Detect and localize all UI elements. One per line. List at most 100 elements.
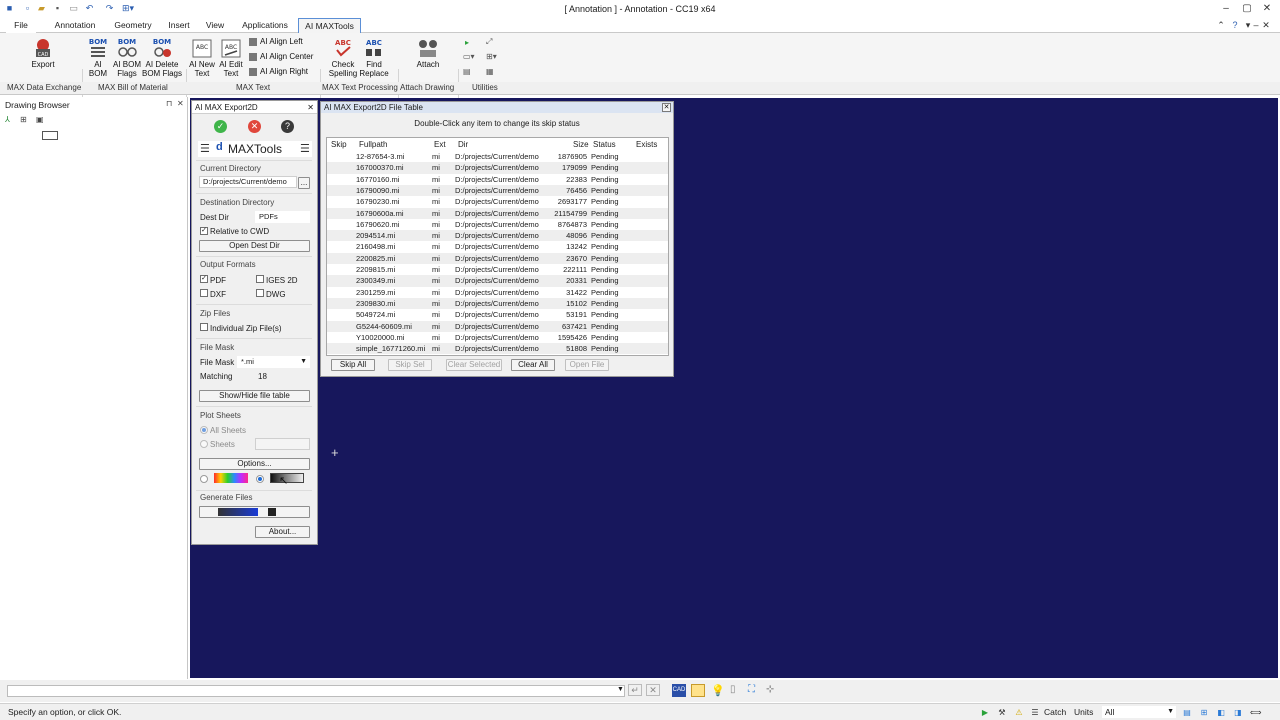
browser-view-icon[interactable]: ⊞ bbox=[20, 115, 27, 124]
generate-files-button[interactable] bbox=[199, 506, 310, 518]
grayscale-mode-radio[interactable] bbox=[256, 475, 264, 483]
open-dest-dir-button[interactable]: Open Dest Dir bbox=[199, 240, 310, 252]
drawing-node-icon[interactable] bbox=[42, 131, 58, 140]
table-row[interactable]: Y10020000.mi mi D:/projects/Current/demo 15… bbox=[327, 332, 668, 343]
table-row[interactable]: 2160498.mi mi D:/projects/Current/demo 1324… bbox=[327, 241, 668, 252]
skip-sel-button[interactable]: Skip Sel bbox=[388, 359, 432, 371]
utility-grid-icon[interactable]: ⊞▾ bbox=[486, 52, 497, 61]
table-row[interactable]: 5049724.mi mi D:/projects/Current/demo 5319… bbox=[327, 309, 668, 320]
table-row[interactable]: G5244-60609.mi mi D:/projects/Current/demo… bbox=[327, 320, 668, 332]
pan-icon[interactable]: ⟺ bbox=[1250, 708, 1261, 717]
export-button[interactable]: CAD Export bbox=[28, 37, 58, 69]
sheets-radio[interactable] bbox=[200, 440, 208, 448]
options-button[interactable]: Options... bbox=[199, 458, 310, 470]
current-directory-field[interactable]: D:/projects/Current/demo bbox=[199, 176, 297, 188]
table-row[interactable]: 16790090.mi mi D:/projects/Current/demo 764… bbox=[327, 184, 668, 197]
show-hide-file-table-button[interactable]: Show/Hide file table bbox=[199, 390, 310, 402]
check-spelling-button[interactable]: ABC Check Spelling bbox=[327, 37, 359, 78]
column-header-dir[interactable]: Dir bbox=[458, 140, 468, 149]
ai-bom-flags-button[interactable]: BOM AI BOM Flags bbox=[110, 37, 144, 78]
cancel-command-icon[interactable]: ✕ bbox=[646, 684, 660, 696]
units-select[interactable]: All ▼ bbox=[1102, 706, 1176, 718]
catch-toggle-icon[interactable]: ⚒ bbox=[997, 708, 1007, 717]
pdf-checkbox[interactable]: ✓ bbox=[200, 275, 208, 283]
ai-new-text-button[interactable]: ABC AI New Text bbox=[188, 37, 216, 78]
pin-icon[interactable]: ⊓ bbox=[166, 99, 172, 108]
dxf-checkbox[interactable] bbox=[200, 289, 208, 297]
tab-file[interactable]: File bbox=[6, 18, 36, 33]
fit-view-icon[interactable]: ⛶ bbox=[748, 684, 755, 695]
cancel-x-icon[interactable]: ✕ bbox=[248, 120, 261, 133]
browser-close-icon[interactable]: ✕ bbox=[177, 99, 184, 108]
utility-list-icon[interactable]: ▤ bbox=[463, 67, 471, 76]
table-row[interactable]: 2094514.mi mi D:/projects/Current/demo 4809… bbox=[327, 230, 668, 242]
ai-bom-button[interactable]: BOM AI BOM bbox=[84, 37, 112, 78]
table-row[interactable]: simple_16771260.mi mi D:/projects/Current/… bbox=[327, 343, 668, 355]
enter-icon[interactable]: ↵ bbox=[628, 684, 642, 696]
table-row[interactable]: 2209815.mi mi D:/projects/Current/demo 2221… bbox=[327, 264, 668, 275]
sheets-field[interactable] bbox=[255, 438, 310, 450]
catch-label[interactable]: Catch bbox=[1044, 707, 1066, 717]
column-header-ext[interactable]: Ext bbox=[434, 140, 446, 149]
view-single-icon[interactable]: ▤ bbox=[1182, 708, 1192, 717]
individual-zip-checkbox[interactable] bbox=[200, 323, 208, 331]
all-sheets-radio[interactable] bbox=[200, 426, 208, 434]
tab-geometry[interactable]: Geometry bbox=[108, 18, 158, 33]
table-row[interactable]: 16790620.mi mi D:/projects/Current/demo 876… bbox=[327, 219, 668, 230]
command-input[interactable] bbox=[7, 685, 625, 697]
toolbox-icon[interactable] bbox=[691, 684, 705, 697]
column-header-fullpath[interactable]: Fullpath bbox=[359, 140, 387, 149]
export2d-close-icon[interactable]: ✕ bbox=[307, 101, 314, 114]
tab-ai-maxtools[interactable]: AI MAXTools bbox=[298, 18, 361, 33]
cad-tool-icon[interactable]: CAD bbox=[672, 684, 686, 697]
lightbulb-icon[interactable]: 💡 bbox=[711, 684, 725, 697]
table-row[interactable]: 2301259.mi mi D:/projects/Current/demo 3142… bbox=[327, 287, 668, 298]
ribbon-collapse-icon[interactable]: ⌃ bbox=[1215, 19, 1227, 31]
table-row[interactable]: 167000370.mi mi D:/projects/Current/demo 17… bbox=[327, 162, 668, 174]
tab-annotation[interactable]: Annotation bbox=[48, 18, 102, 33]
attach-button[interactable]: Attach bbox=[412, 37, 444, 69]
help-icon[interactable]: ? bbox=[1229, 19, 1241, 31]
open-file-button[interactable]: Open File bbox=[565, 359, 609, 371]
status-menu-icon[interactable]: ☰ bbox=[1030, 708, 1040, 717]
play-icon[interactable]: ▶ bbox=[980, 708, 990, 717]
table-row[interactable]: 2309830.mi mi D:/projects/Current/demo 1510… bbox=[327, 297, 668, 310]
dwg-checkbox[interactable] bbox=[256, 289, 264, 297]
ai-align-left-button[interactable]: AI Align Left bbox=[249, 37, 303, 46]
tab-view[interactable]: View bbox=[200, 18, 230, 33]
warning-icon[interactable]: ⚠ bbox=[1014, 708, 1024, 717]
utility-run-icon[interactable]: ▸ bbox=[465, 38, 469, 47]
command-dropdown-icon[interactable]: ▼ bbox=[617, 686, 624, 693]
iges2d-checkbox[interactable] bbox=[256, 275, 264, 283]
ok-check-icon[interactable]: ✓ bbox=[214, 120, 227, 133]
column-header-status[interactable]: Status bbox=[593, 140, 616, 149]
clear-selected-button[interactable]: Clear Selected bbox=[446, 359, 502, 371]
document-icon[interactable]: ▯ bbox=[730, 684, 736, 695]
column-header-exists[interactable]: Exists bbox=[636, 140, 657, 149]
skip-all-button[interactable]: Skip All bbox=[331, 359, 375, 371]
ribbon-close-icon[interactable]: ✕ bbox=[1260, 19, 1272, 31]
color-mode-radio[interactable] bbox=[200, 475, 208, 483]
ai-align-right-button[interactable]: AI Align Right bbox=[249, 67, 308, 76]
table-row[interactable]: 2300349.mi mi D:/projects/Current/demo 2033… bbox=[327, 275, 668, 287]
minimize-icon[interactable]: – bbox=[1219, 2, 1233, 16]
ai-delete-bom-flags-button[interactable]: BOM AI Delete BOM Flags bbox=[142, 37, 182, 78]
utility-table-icon[interactable]: ▦ bbox=[486, 67, 494, 76]
file-mask-select[interactable]: *.mi ▼ bbox=[237, 356, 310, 368]
column-header-size[interactable]: Size bbox=[573, 140, 589, 149]
utility-move-icon[interactable]: ⤢ bbox=[486, 37, 492, 47]
column-header-skip[interactable]: Skip bbox=[331, 140, 347, 149]
table-row[interactable]: 12-87654-3.mi mi D:/projects/Current/demo 1… bbox=[327, 151, 668, 162]
table-row[interactable]: 16790600a.mi mi D:/projects/Current/demo 21… bbox=[327, 207, 668, 219]
find-replace-button[interactable]: ABC Find Replace bbox=[358, 37, 390, 78]
tab-applications[interactable]: Applications bbox=[236, 18, 294, 33]
close-icon[interactable]: ✕ bbox=[1260, 2, 1274, 16]
units-label[interactable]: Units bbox=[1074, 707, 1093, 717]
ai-edit-text-button[interactable]: ABC AI Edit Text bbox=[217, 37, 245, 78]
view-next-icon[interactable]: ◨ bbox=[1233, 708, 1243, 717]
relative-cwd-checkbox[interactable]: ✓ bbox=[200, 227, 208, 235]
clear-all-button[interactable]: Clear All bbox=[511, 359, 555, 371]
tab-insert[interactable]: Insert bbox=[162, 18, 196, 33]
file-table[interactable]: Skip Fullpath Ext Dir Size Status Exists… bbox=[326, 137, 669, 356]
browser-tree-icon[interactable]: ⅄ bbox=[5, 115, 10, 124]
